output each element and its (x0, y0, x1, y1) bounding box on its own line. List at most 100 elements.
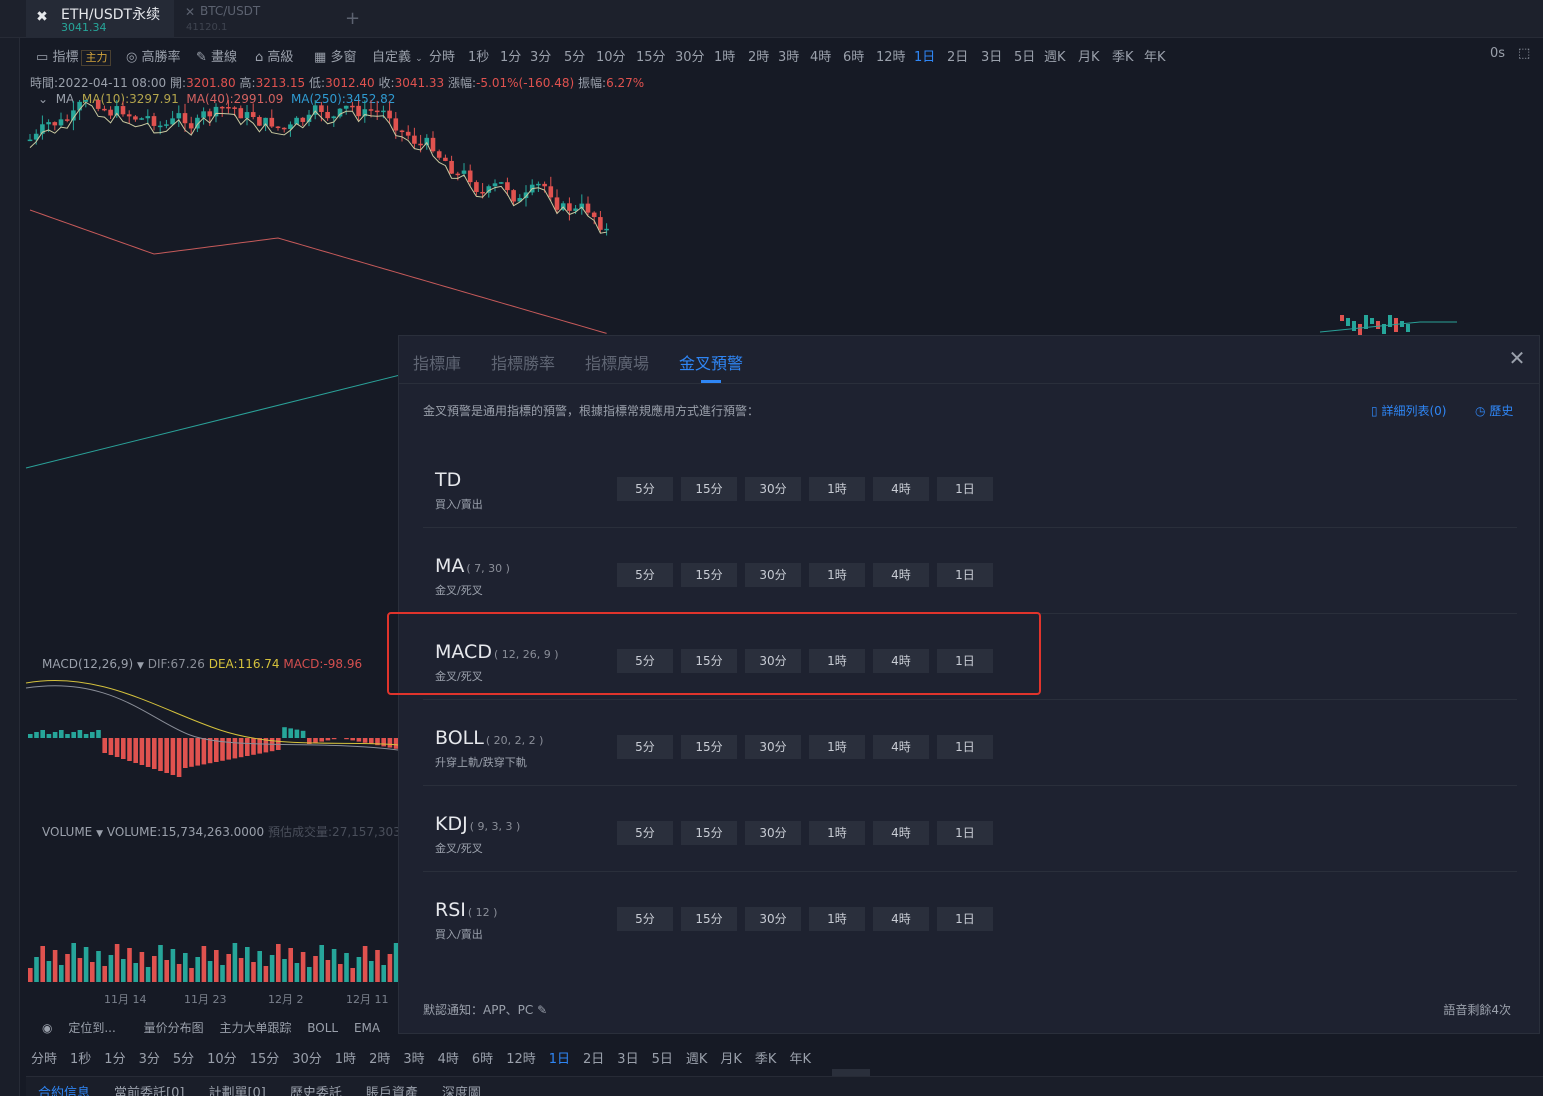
tab-indicator-library[interactable]: 指標庫 (413, 350, 461, 374)
timeframe-13[interactable]: 12時 (876, 46, 906, 65)
timeframe-15[interactable]: 2日 (947, 46, 968, 65)
alert-timeframe-button[interactable]: 4時 (873, 649, 929, 673)
alert-timeframe-button[interactable]: 15分 (681, 907, 737, 931)
bottom-timeframe-9[interactable]: 2時 (369, 1052, 390, 1067)
add-tab-icon[interactable]: + (345, 8, 360, 29)
advanced-button[interactable]: ⌂ 高級 (255, 46, 293, 65)
alert-timeframe-button[interactable]: 5分 (617, 735, 673, 759)
close-tab-icon[interactable]: ✕ (185, 5, 195, 19)
timeframe-21[interactable]: 年K (1144, 46, 1166, 65)
timeframe-6[interactable]: 15分 (636, 46, 666, 65)
bottom-tab-2[interactable]: 計劃單[0] (208, 1086, 265, 1096)
bottom-tab-4[interactable]: 賬戶資產 (366, 1086, 418, 1096)
bottom-timeframe-3[interactable]: 3分 (139, 1052, 160, 1067)
locate-button[interactable]: ◉ 定位到... (42, 1021, 128, 1035)
chevron-down-icon[interactable]: ▼ (137, 661, 144, 671)
bottom-timeframe-6[interactable]: 15分 (250, 1052, 280, 1067)
edit-icon[interactable]: ✎ (537, 1003, 547, 1017)
bottom-timeframe-15[interactable]: 2日 (583, 1052, 604, 1067)
alert-timeframe-button[interactable]: 30分 (745, 563, 801, 587)
timeframe-19[interactable]: 月K (1078, 46, 1100, 65)
bottom-timeframe-17[interactable]: 5日 (652, 1052, 673, 1067)
big-order-button[interactable]: 主力大单跟踪 (219, 1021, 291, 1035)
fullscreen-icon[interactable]: ⬚ (1518, 46, 1530, 61)
timeframe-17[interactable]: 5日 (1014, 46, 1035, 65)
alert-timeframe-button[interactable]: 15分 (681, 735, 737, 759)
bottom-timeframe-0[interactable]: 分時 (31, 1052, 57, 1067)
timeframe-9[interactable]: 2時 (748, 46, 769, 65)
alert-timeframe-button[interactable]: 30分 (745, 735, 801, 759)
timeframe-18[interactable]: 週K (1044, 46, 1066, 65)
timeframe-7[interactable]: 30分 (675, 46, 705, 65)
alert-timeframe-button[interactable]: 15分 (681, 649, 737, 673)
timeframe-5[interactable]: 10分 (596, 46, 626, 65)
alert-timeframe-button[interactable]: 5分 (617, 821, 673, 845)
bottom-timeframe-13[interactable]: 12時 (506, 1052, 536, 1067)
timeframe-2[interactable]: 1分 (500, 46, 521, 65)
bottom-timeframe-12[interactable]: 6時 (472, 1052, 493, 1067)
bottom-timeframe-14[interactable]: 1日 (549, 1052, 570, 1067)
alert-timeframe-button[interactable]: 30分 (745, 649, 801, 673)
alert-timeframe-button[interactable]: 4時 (873, 907, 929, 931)
ema-button[interactable]: EMA (354, 1021, 380, 1035)
timeframe-0[interactable]: 分時 (429, 46, 455, 65)
bottom-timeframe-18[interactable]: 週K (686, 1052, 708, 1067)
alert-timeframe-button[interactable]: 1日 (937, 735, 993, 759)
alert-timeframe-button[interactable]: 1時 (809, 649, 865, 673)
alert-timeframe-button[interactable]: 1時 (809, 563, 865, 587)
custom-button[interactable]: 自定義 ⌄ (372, 46, 423, 65)
detail-list-link[interactable]: ▯ 詳細列表(0) (1371, 402, 1446, 419)
timeframe-12[interactable]: 6時 (843, 46, 864, 65)
boll-button[interactable]: BOLL (307, 1021, 338, 1035)
alert-timeframe-button[interactable]: 30分 (745, 907, 801, 931)
bottom-timeframe-10[interactable]: 3時 (403, 1052, 424, 1067)
alert-timeframe-button[interactable]: 4時 (873, 735, 929, 759)
bottom-timeframe-16[interactable]: 3日 (617, 1052, 638, 1067)
alert-timeframe-button[interactable]: 4時 (873, 563, 929, 587)
indicators-button[interactable]: ▭ 指標 主力 (36, 46, 112, 66)
bottom-timeframe-8[interactable]: 1時 (335, 1052, 356, 1067)
alert-timeframe-button[interactable]: 1日 (937, 563, 993, 587)
bottom-timeframe-21[interactable]: 年K (789, 1052, 811, 1067)
bottom-timeframe-2[interactable]: 1分 (104, 1052, 125, 1067)
bottom-timeframe-1[interactable]: 1秒 (70, 1052, 91, 1067)
bottom-timeframe-7[interactable]: 30分 (292, 1052, 322, 1067)
timeframe-10[interactable]: 3時 (778, 46, 799, 65)
alert-timeframe-button[interactable]: 15分 (681, 477, 737, 501)
timeframe-3[interactable]: 3分 (530, 46, 551, 65)
alert-timeframe-button[interactable]: 1時 (809, 477, 865, 501)
win-rate-button[interactable]: ◎ 高勝率 (126, 46, 181, 65)
bottom-tab-3[interactable]: 歷史委託 (290, 1086, 342, 1096)
alert-timeframe-button[interactable]: 15分 (681, 821, 737, 845)
chevron-down-icon[interactable]: ▼ (96, 829, 103, 839)
tab-golden-cross-alert[interactable]: 金叉預警 (679, 350, 743, 374)
tab-eth-usdt[interactable]: ✖ ETH/USDT永续 3041.34 (26, 0, 174, 38)
timeframe-16[interactable]: 3日 (981, 46, 1002, 65)
volume-profile-button[interactable]: 量价分布图 (144, 1021, 204, 1035)
timeframe-11[interactable]: 4時 (810, 46, 831, 65)
tab-btc-usdt[interactable]: ✕ BTC/USDT 41120.1 (178, 0, 328, 38)
draw-button[interactable]: ✎ 畫線 (196, 46, 237, 65)
alert-timeframe-button[interactable]: 1日 (937, 821, 993, 845)
alert-timeframe-button[interactable]: 1日 (937, 477, 993, 501)
alert-timeframe-button[interactable]: 1日 (937, 649, 993, 673)
alert-timeframe-button[interactable]: 1時 (809, 907, 865, 931)
alert-timeframe-button[interactable]: 4時 (873, 477, 929, 501)
alert-timeframe-button[interactable]: 30分 (745, 477, 801, 501)
timeframe-4[interactable]: 5分 (564, 46, 585, 65)
history-link[interactable]: ◷ 歷史 (1475, 402, 1513, 419)
close-icon[interactable]: ✕ (1507, 348, 1527, 368)
timeframe-8[interactable]: 1時 (714, 46, 735, 65)
alert-timeframe-button[interactable]: 5分 (617, 649, 673, 673)
bottom-timeframe-19[interactable]: 月K (720, 1052, 742, 1067)
alert-timeframe-button[interactable]: 1時 (809, 821, 865, 845)
bottom-tab-0[interactable]: 合約信息 (38, 1086, 90, 1096)
tab-indicator-square[interactable]: 指標廣場 (585, 350, 649, 374)
tab-indicator-win-rate[interactable]: 指標勝率 (491, 350, 555, 374)
timeframe-1[interactable]: 1秒 (468, 46, 489, 65)
alert-timeframe-button[interactable]: 5分 (617, 907, 673, 931)
alert-timeframe-button[interactable]: 1日 (937, 907, 993, 931)
bottom-timeframe-4[interactable]: 5分 (173, 1052, 194, 1067)
alert-timeframe-button[interactable]: 5分 (617, 563, 673, 587)
alert-timeframe-button[interactable]: 30分 (745, 821, 801, 845)
